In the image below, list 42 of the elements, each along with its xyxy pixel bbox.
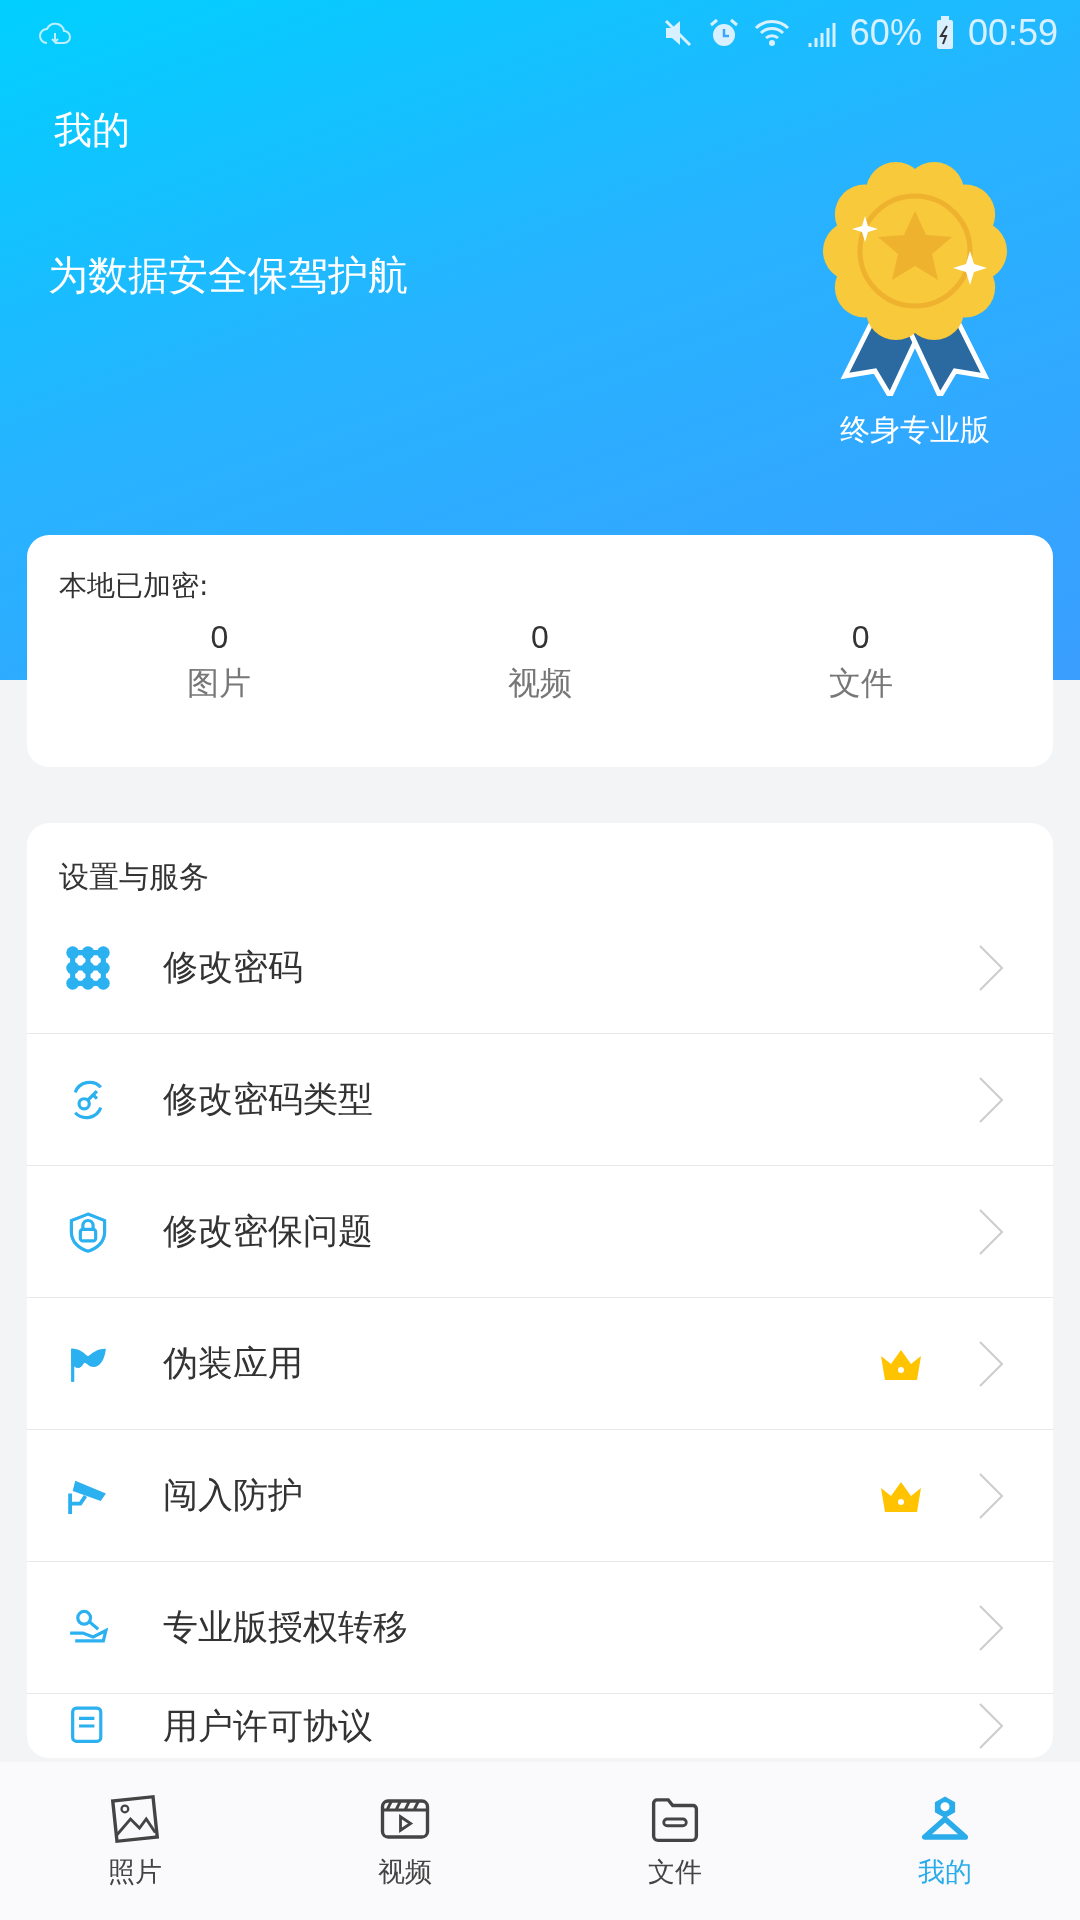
stat-label: 视频: [508, 663, 572, 704]
dots-grid-icon: [65, 944, 111, 991]
chevron-right-icon: [977, 1470, 1005, 1521]
stat-count: 0: [210, 619, 229, 656]
photo-icon: [108, 1792, 162, 1846]
battery-percent: 60%: [849, 11, 922, 54]
row-label: 修改密码: [163, 946, 304, 989]
nav-tab[interactable]: 文件: [540, 1762, 810, 1920]
clock-time: 00:59: [967, 11, 1058, 54]
tagline: 为数据安全保驾护航: [48, 251, 408, 298]
wifi-icon: [753, 17, 790, 48]
chevron-right-icon: [977, 1074, 1005, 1125]
stat-count: 0: [531, 619, 549, 656]
settings-row[interactable]: 闯入防护: [27, 1430, 1053, 1562]
nav-tab[interactable]: 视频: [270, 1762, 540, 1920]
chevron-right-icon: [977, 1701, 1005, 1751]
stats-title: 本地已加密:: [59, 569, 209, 602]
stat-label: 文件: [828, 663, 893, 704]
row-label: 修改密码类型: [163, 1078, 374, 1121]
row-label: 闯入防护: [163, 1474, 304, 1517]
chevron-right-icon: [977, 1338, 1005, 1389]
settings-row[interactable]: 修改密保问题: [27, 1166, 1053, 1298]
chevron-right-icon: [977, 1206, 1005, 1257]
badge-label: 终身专业版: [840, 411, 990, 449]
nav-tab[interactable]: 照片: [0, 1762, 270, 1920]
section-title: 设置与服务: [59, 858, 209, 896]
page-title: 我的: [54, 107, 130, 154]
chevron-right-icon: [977, 942, 1005, 993]
row-label: 伪装应用: [163, 1342, 304, 1385]
chevron-right-icon: [977, 1602, 1005, 1653]
settings-row[interactable]: 专业版授权转移: [27, 1562, 1053, 1694]
alarm-icon: [707, 16, 740, 49]
settings-row[interactable]: 用户许可协议: [27, 1694, 1053, 1758]
battery-charging-icon: [935, 15, 954, 50]
settings-row[interactable]: 修改密码: [27, 902, 1053, 1034]
stat-count: 0: [851, 619, 870, 656]
settings-row[interactable]: 修改密码类型: [27, 1034, 1053, 1166]
row-label: 修改密保问题: [163, 1210, 374, 1253]
stat-label: 图片: [187, 663, 252, 704]
settings-row[interactable]: 伪装应用: [27, 1298, 1053, 1430]
row-label: 用户许可协议: [163, 1704, 374, 1748]
row-label: 专业版授权转移: [163, 1606, 409, 1649]
